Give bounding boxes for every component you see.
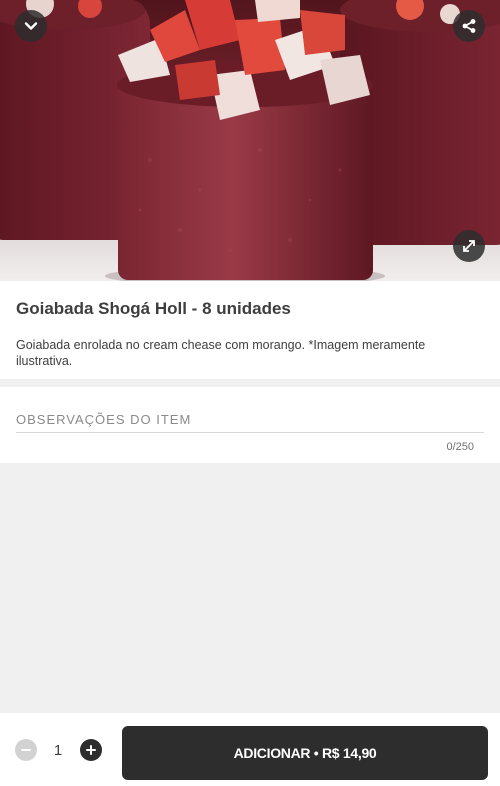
expand-image-button[interactable] [453,230,485,262]
plus-icon [86,745,96,755]
item-notes[interactable]: OBSERVAÇÕES DO ITEM 0/250 [0,387,500,463]
quantity-value: 1 [53,742,63,759]
share-button[interactable] [453,10,485,42]
add-to-cart-button[interactable]: ADICIONAR • R$ 14,90 [122,726,488,780]
product-title: Goiabada Shogá Holl - 8 unidades [16,299,291,318]
product-description: Goiabada enrolada no cream chease com mo… [16,338,426,368]
decrease-quantity-button[interactable] [15,739,37,761]
increase-quantity-button[interactable] [80,739,102,761]
product-image [0,0,500,281]
item-notes-underline [16,432,484,433]
product-info: Goiabada Shogá Holl - 8 unidades Goiabad… [0,281,500,379]
close-button[interactable] [15,10,47,42]
minus-icon [21,749,31,751]
product-photo [0,0,500,281]
item-notes-field[interactable]: OBSERVAÇÕES DO ITEM [16,412,191,427]
chevron-down-icon [24,22,38,30]
share-icon [462,19,476,33]
expand-icon [463,240,475,252]
order-footer: 1 ADICIONAR • R$ 14,90 [0,713,500,786]
item-notes-counter: 0/250 [446,441,474,453]
